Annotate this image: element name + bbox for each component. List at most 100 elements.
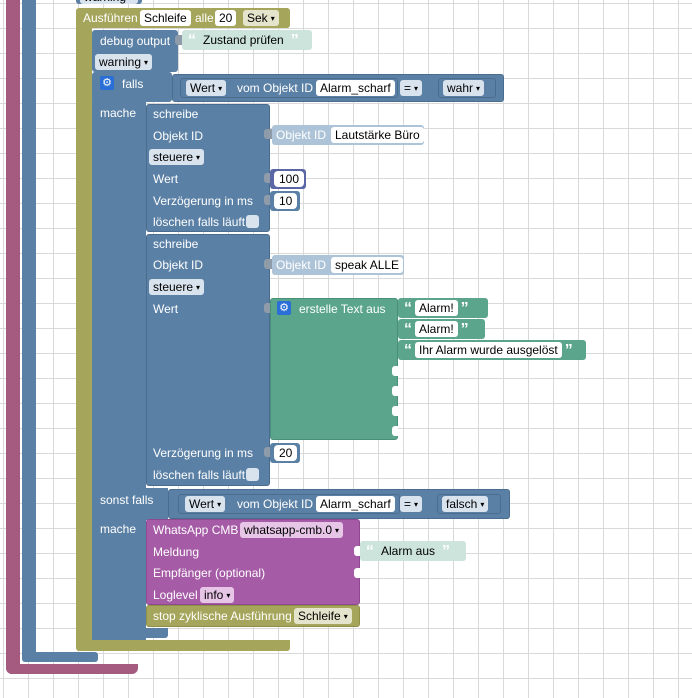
condition-2-attr-dropdown[interactable]: Wert ▾ xyxy=(185,496,226,512)
text-join-item-3[interactable]: “Ihr Alarm wurde ausgelöst” xyxy=(398,340,586,360)
chevron-down-icon: ▾ xyxy=(414,83,419,93)
chevron-down-icon: ▾ xyxy=(226,590,231,600)
chevron-down-icon: ▾ xyxy=(196,282,201,292)
stop-label: stop zyklische Ausführung xyxy=(153,609,292,623)
open-quote-icon: “ xyxy=(366,542,374,560)
open-quote-icon: “ xyxy=(188,31,196,49)
whatsapp-loglevel-label: Loglevel xyxy=(153,588,198,602)
open-quote-icon: “ xyxy=(404,320,412,338)
write-1-object-label: Objekt ID xyxy=(153,129,204,143)
chevron-down-icon: ▾ xyxy=(414,499,419,509)
close-quote-icon: ” xyxy=(460,320,469,338)
top-partial-level-dropdown[interactable]: warning xyxy=(80,0,138,4)
condition-1-operator-dropdown[interactable]: = ▾ xyxy=(400,80,423,96)
text-join-input-slot-5 xyxy=(392,386,398,396)
gear-icon[interactable]: ⚙ xyxy=(277,301,291,315)
write-block-1[interactable] xyxy=(146,104,270,232)
chevron-down-icon: ▾ xyxy=(196,152,201,162)
chevron-down-icon: ▾ xyxy=(217,499,222,509)
interval-value-field[interactable]: 20 xyxy=(215,10,237,26)
condition-2-value-dropdown[interactable]: falsch ▾ xyxy=(442,496,489,512)
close-quote-icon: ” xyxy=(442,542,451,560)
do-2-label: mache xyxy=(100,522,137,536)
whatsapp-message-text-block[interactable]: “Alarm aus” xyxy=(360,541,466,561)
write-1-clear-label: löschen falls läuft xyxy=(153,215,246,229)
text-item-3-field[interactable]: Ihr Alarm wurde ausgelöst xyxy=(415,342,562,358)
whatsapp-message-label: Meldung xyxy=(153,545,200,559)
write-2-clear-checkbox[interactable] xyxy=(246,468,259,481)
write-1-mode-dropdown[interactable]: steuere ▾ xyxy=(149,149,205,165)
write-2-delay-label: Verzögerung in ms xyxy=(153,446,254,460)
if-block-bottom xyxy=(92,628,168,638)
condition-2-of-label: vom Objekt ID xyxy=(237,497,314,511)
condition-1-of-label: vom Objekt ID xyxy=(237,81,314,95)
gear-icon[interactable]: ⚙ xyxy=(100,76,114,90)
write-1-object-connector xyxy=(264,129,272,139)
write-1-title: schreibe xyxy=(153,107,199,121)
debug-message-field[interactable]: Zustand prüfen xyxy=(199,32,288,48)
write-2-object-connector xyxy=(264,259,272,269)
chevron-down-icon: ▾ xyxy=(343,611,348,621)
text-item-1-field[interactable]: Alarm! xyxy=(415,300,458,316)
open-quote-icon: “ xyxy=(404,341,412,359)
interval-label: Ausführen xyxy=(83,11,138,25)
whatsapp-loglevel-dropdown[interactable]: info ▾ xyxy=(200,587,235,603)
write-2-delay-field[interactable]: 20 xyxy=(274,445,298,461)
text-join-item-1[interactable]: “Alarm!” xyxy=(398,298,488,318)
write-2-clear-label: löschen falls läuft xyxy=(153,468,246,482)
chevron-down-icon: ▾ xyxy=(480,499,485,509)
outer-event-block[interactable] xyxy=(6,0,20,674)
condition-1-object-field[interactable]: Alarm_scharf xyxy=(316,80,395,96)
text-item-2-field[interactable]: Alarm! xyxy=(415,321,458,337)
write-2-object-prefix: Objekt ID xyxy=(276,258,327,272)
write-2-delay-block[interactable]: 20 xyxy=(270,443,300,463)
close-quote-icon: ” xyxy=(290,31,299,49)
interval-block-body-bar xyxy=(76,26,92,642)
write-2-value-label: Wert xyxy=(153,302,179,316)
whatsapp-recipient-connector xyxy=(354,568,360,578)
write-2-mode-dropdown[interactable]: steuere ▾ xyxy=(149,279,205,295)
write-1-value-field[interactable]: 100 xyxy=(274,171,305,187)
text-join-label: erstelle Text aus xyxy=(299,302,386,316)
condition-2-object-field[interactable]: Alarm_scharf xyxy=(316,496,395,512)
debug-level-dropdown[interactable]: warning ▾ xyxy=(95,54,153,70)
outer-event-block-bottom xyxy=(6,664,138,674)
close-quote-icon: ” xyxy=(564,341,573,359)
write-1-delay-label: Verzögerung in ms xyxy=(153,194,254,208)
write-1-clear-checkbox[interactable] xyxy=(246,215,259,228)
open-quote-icon: “ xyxy=(404,299,412,317)
chevron-down-icon: ▾ xyxy=(218,83,223,93)
condition-1-value-dropdown[interactable]: wahr ▾ xyxy=(443,80,485,96)
write-1-delay-field[interactable]: 10 xyxy=(274,193,298,209)
condition-1-attr-dropdown[interactable]: Wert ▾ xyxy=(186,80,227,96)
whatsapp-instance-dropdown[interactable]: whatsapp-cmb.0 ▾ xyxy=(240,522,344,538)
outer-trigger-block[interactable] xyxy=(22,0,36,660)
write-1-value-block[interactable]: 100 xyxy=(270,169,306,189)
interval-name-field[interactable]: Schleife xyxy=(140,10,191,26)
interval-unit-dropdown[interactable]: Sek ▾ xyxy=(243,10,279,26)
write-2-object-field[interactable]: speak ALLE xyxy=(331,257,404,273)
condition-2-operator-dropdown[interactable]: = ▾ xyxy=(400,496,423,512)
whatsapp-recipient-label: Empfänger (optional) xyxy=(153,566,266,580)
outer-trigger-block-bottom xyxy=(22,652,98,662)
write-1-value-label: Wert xyxy=(153,172,179,186)
write-2-title: schreibe xyxy=(153,237,199,251)
debug-output-label: debug output xyxy=(100,34,171,48)
debug-message-text-block[interactable]: “Zustand prüfen” xyxy=(182,30,312,50)
text-join-block[interactable] xyxy=(270,298,398,440)
whatsapp-message-field[interactable]: Alarm aus xyxy=(377,543,439,559)
chevron-down-icon: ▾ xyxy=(270,13,275,23)
write-2-object-label: Objekt ID xyxy=(153,258,204,272)
stop-name-dropdown[interactable]: Schleife ▾ xyxy=(294,608,352,624)
write-1-object-field[interactable]: Lautstärke Büro xyxy=(331,127,424,143)
do-label: mache xyxy=(100,106,137,120)
write-1-object-prefix: Objekt ID xyxy=(276,128,327,142)
text-join-input-slot-6 xyxy=(392,406,398,416)
chevron-down-icon: ▾ xyxy=(144,57,149,67)
chevron-down-icon: ▾ xyxy=(335,525,340,535)
text-join-input-slot-4 xyxy=(392,366,398,376)
interval-every-label: alle xyxy=(195,11,214,25)
write-1-delay-block[interactable]: 10 xyxy=(270,191,300,211)
whatsapp-label: WhatsApp CMB xyxy=(153,523,239,537)
text-join-item-2[interactable]: “Alarm!” xyxy=(398,319,485,339)
